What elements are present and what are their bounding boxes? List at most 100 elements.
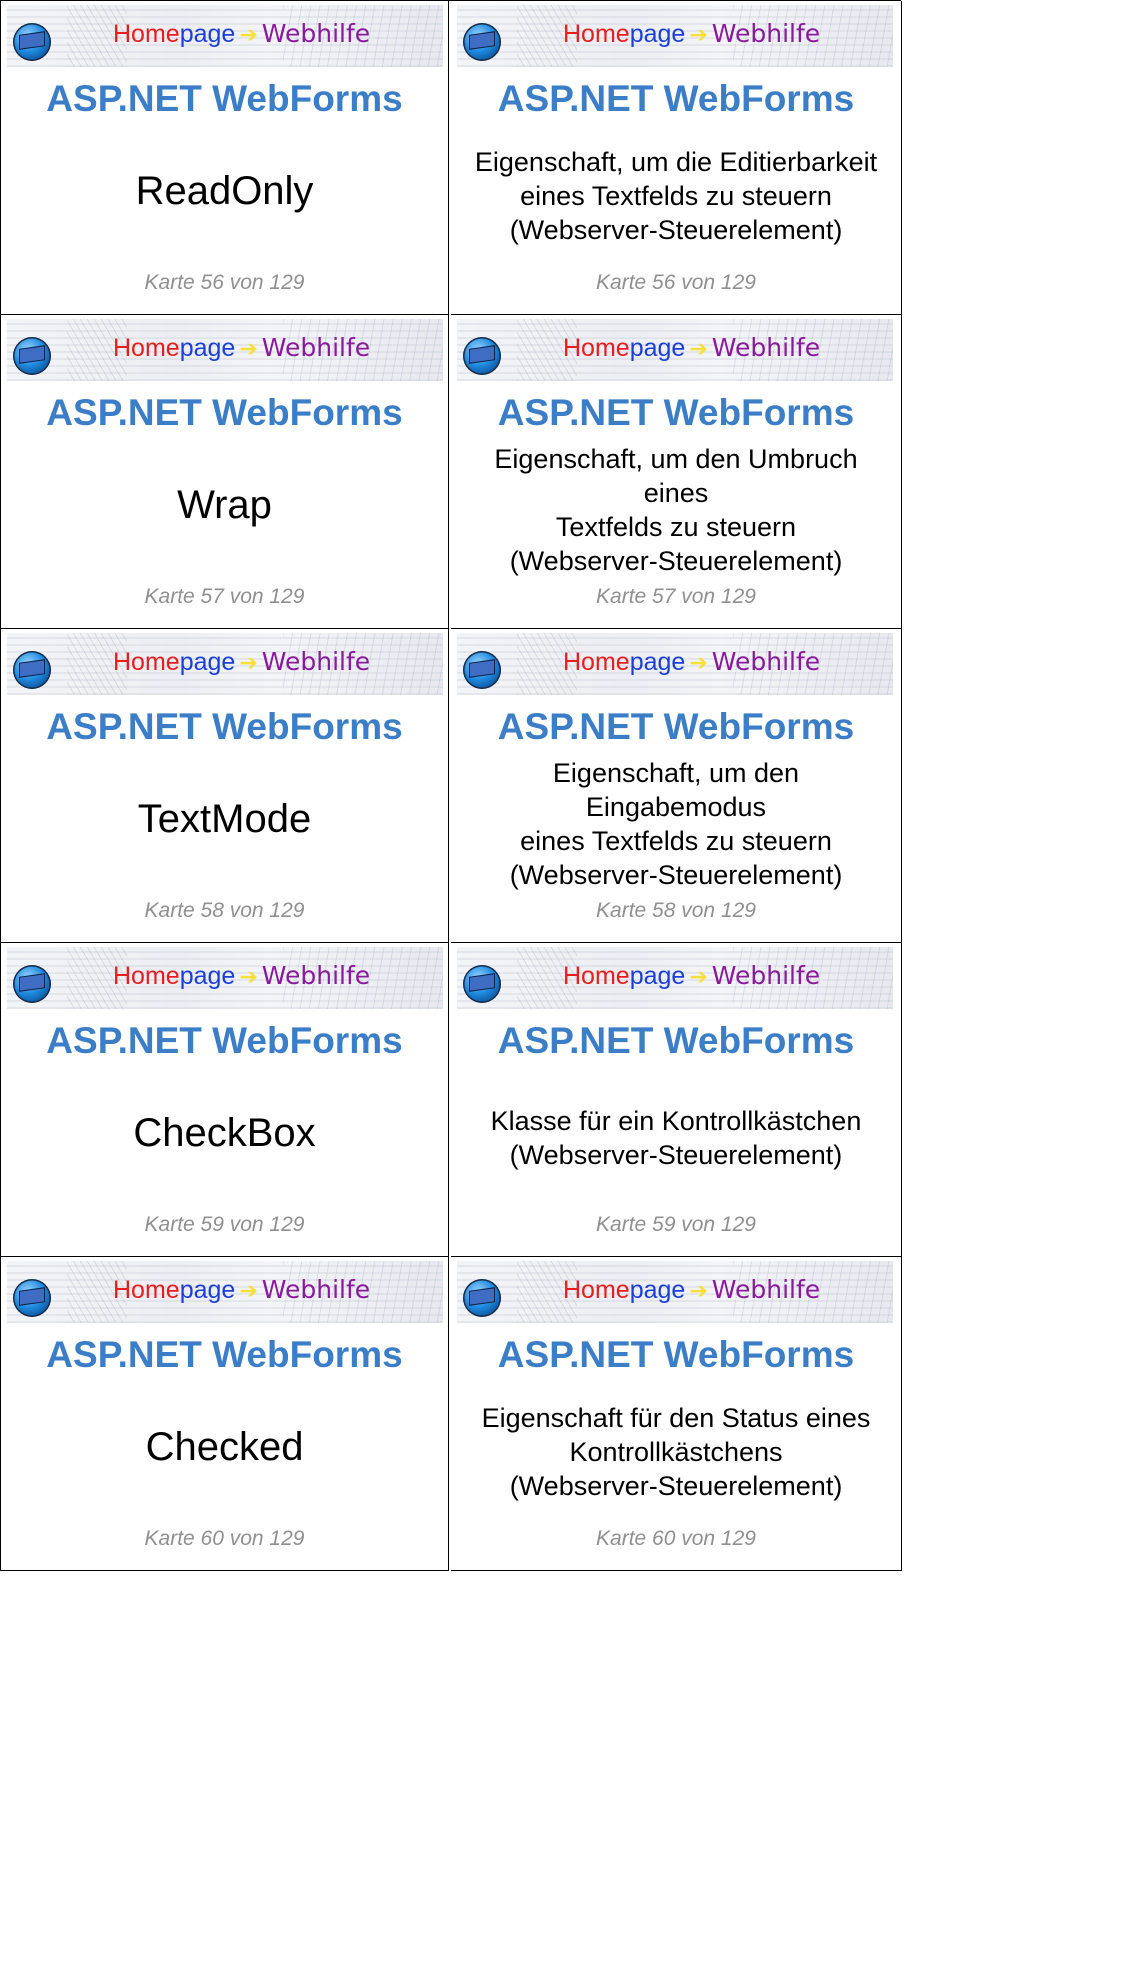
monitor-icon	[469, 1287, 495, 1306]
banner-webhilfe-text: Webhilfe	[711, 19, 821, 48]
card-subject: ASP.NET WebForms	[46, 1020, 403, 1061]
card-term: TextMode	[137, 797, 312, 841]
card-counter: Karte 59 von 129	[596, 1213, 756, 1236]
card-counter: Karte 57 von 129	[596, 585, 756, 608]
card-row: Homepage ➔ Webhilfe ASP.NET WebForms ReadOn…	[1, 1, 902, 315]
card-grid: Homepage ➔ Webhilfe ASP.NET WebForms ReadOn…	[0, 0, 902, 1571]
banner-home-text: Home	[113, 962, 180, 990]
homepage-webhilfe-logo-icon	[13, 337, 51, 375]
monitor-icon	[19, 973, 45, 992]
card-term: Checked	[145, 1425, 304, 1469]
banner-webhilfe-text: Webhilfe	[711, 647, 821, 676]
banner-title: Homepage ➔ Webhilfe	[113, 1275, 370, 1306]
banner-title: Homepage ➔ Webhilfe	[113, 961, 370, 992]
monitor-icon	[469, 345, 495, 364]
card-description: Eigenschaft, um die Editierbarkeit eines …	[463, 131, 889, 261]
description-line: eines Textfelds zu steuern	[520, 181, 832, 211]
card-front: Homepage ➔ Webhilfe ASP.NET WebForms ReadOn…	[1, 1, 449, 315]
homepage-webhilfe-logo-icon	[13, 651, 51, 689]
banner: Homepage ➔ Webhilfe	[7, 947, 443, 1009]
arrow-icon: ➔	[689, 650, 708, 675]
banner-home-text: Home	[563, 20, 630, 48]
banner-webhilfe-text: Webhilfe	[261, 961, 371, 990]
card-back: Homepage ➔ Webhilfe ASP.NET WebForms Eigens…	[451, 629, 902, 943]
arrow-icon: ➔	[239, 1278, 258, 1303]
banner-page-text: page	[179, 20, 236, 48]
banner-page-text: page	[179, 1276, 236, 1304]
card-back: Homepage ➔ Webhilfe ASP.NET WebForms Eigens…	[451, 315, 902, 629]
card-counter: Karte 56 von 129	[596, 271, 756, 294]
description-line: Eigenschaft, um den Umbruch eines	[494, 444, 858, 508]
card-row: Homepage ➔ Webhilfe ASP.NET WebForms TextMo…	[1, 629, 902, 943]
monitor-icon	[469, 973, 495, 992]
banner-webhilfe-text: Webhilfe	[261, 647, 371, 676]
card-subject: ASP.NET WebForms	[46, 1334, 403, 1375]
homepage-webhilfe-logo-icon	[463, 1279, 501, 1317]
arrow-icon: ➔	[239, 336, 258, 361]
card-front: Homepage ➔ Webhilfe ASP.NET WebForms Checke…	[1, 1257, 449, 1571]
card-counter: Karte 57 von 129	[144, 585, 305, 608]
arrow-icon: ➔	[239, 650, 258, 675]
banner: Homepage ➔ Webhilfe	[457, 947, 893, 1009]
banner-home-text: Home	[563, 962, 630, 990]
card-term: CheckBox	[133, 1111, 316, 1155]
card-subject: ASP.NET WebForms	[46, 706, 403, 747]
banner-title: Homepage ➔ Webhilfe	[113, 19, 370, 50]
card-counter: Karte 60 von 129	[144, 1527, 305, 1550]
banner-title: Homepage ➔ Webhilfe	[563, 647, 820, 678]
banner-home-text: Home	[113, 648, 180, 676]
card-counter: Karte 58 von 129	[596, 899, 756, 922]
banner-title: Homepage ➔ Webhilfe	[563, 1275, 820, 1306]
card-description-text: Klasse für ein Kontrollkästchen (Webserve…	[491, 1104, 862, 1172]
banner-title: Homepage ➔ Webhilfe	[563, 961, 820, 992]
card-term: ReadOnly	[135, 169, 314, 213]
banner: Homepage ➔ Webhilfe	[457, 319, 893, 381]
banner-webhilfe-text: Webhilfe	[711, 333, 821, 362]
arrow-icon: ➔	[239, 22, 258, 47]
card-description: Eigenschaft, um den Eingabemodus eines Te…	[463, 756, 889, 892]
monitor-icon	[469, 659, 495, 678]
card-subject: ASP.NET WebForms	[46, 392, 403, 433]
banner: Homepage ➔ Webhilfe	[7, 1261, 443, 1323]
homepage-webhilfe-logo-icon	[13, 965, 51, 1003]
card-subject: ASP.NET WebForms	[497, 1334, 855, 1375]
card-subject: ASP.NET WebForms	[497, 706, 855, 747]
description-line: Klasse für ein Kontrollkästchen	[490, 1106, 862, 1136]
description-line: Kontrollkästchens	[569, 1437, 783, 1467]
homepage-webhilfe-logo-icon	[463, 651, 501, 689]
banner-title: Homepage ➔ Webhilfe	[563, 333, 820, 364]
banner-title: Homepage ➔ Webhilfe	[113, 647, 370, 678]
homepage-webhilfe-logo-icon	[13, 1279, 51, 1317]
banner-page-text: page	[629, 334, 686, 362]
homepage-webhilfe-logo-icon	[463, 23, 501, 61]
card-description-text: Eigenschaft, um den Eingabemodus eines Te…	[463, 756, 889, 892]
banner-webhilfe-text: Webhilfe	[261, 19, 371, 48]
banner: Homepage ➔ Webhilfe	[457, 1261, 893, 1323]
description-line: Textfelds zu steuern	[555, 512, 797, 542]
card-description: Eigenschaft für den Status eines Kontroll…	[463, 1387, 889, 1517]
banner-home-text: Home	[113, 20, 180, 48]
description-line: eines Textfelds zu steuern	[520, 826, 832, 856]
banner-home-text: Home	[563, 648, 630, 676]
banner: Homepage ➔ Webhilfe	[457, 633, 893, 695]
card-counter: Karte 59 von 129	[144, 1213, 305, 1236]
description-line: (Webserver-Steuerelement)	[509, 215, 843, 245]
banner-home-text: Home	[563, 1276, 630, 1304]
monitor-icon	[469, 31, 495, 50]
card-description: Eigenschaft, um den Umbruch eines Textfel…	[463, 444, 889, 576]
card-term: Wrap	[177, 483, 272, 527]
banner-page-text: page	[629, 648, 686, 676]
card-row: Homepage ➔ Webhilfe ASP.NET WebForms Checke…	[1, 1257, 902, 1571]
card-back: Homepage ➔ Webhilfe ASP.NET WebForms Klasse…	[451, 943, 902, 1257]
arrow-icon: ➔	[689, 336, 708, 361]
banner: Homepage ➔ Webhilfe	[457, 5, 893, 67]
banner-page-text: page	[179, 648, 236, 676]
card-row: Homepage ➔ Webhilfe ASP.NET WebForms Wrap Ka…	[1, 315, 902, 629]
banner: Homepage ➔ Webhilfe	[7, 5, 443, 67]
card-description-text: Eigenschaft, um die Editierbarkeit eines …	[475, 145, 877, 247]
description-line: (Webserver-Steuerelement)	[509, 546, 843, 576]
monitor-icon	[19, 659, 45, 678]
card-subject: ASP.NET WebForms	[46, 78, 403, 119]
card-description-text: Eigenschaft für den Status eines Kontroll…	[482, 1401, 871, 1503]
banner: Homepage ➔ Webhilfe	[7, 319, 443, 381]
